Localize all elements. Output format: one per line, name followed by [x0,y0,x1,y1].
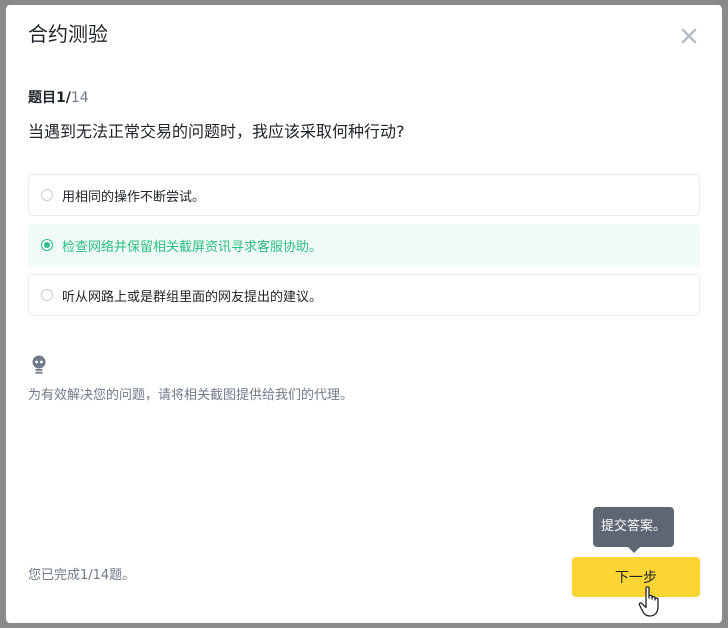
question-counter: 题目1/14 [28,88,89,108]
lightbulb-icon [32,355,46,374]
submit-tooltip: 提交答案。 [593,507,675,553]
radio-icon[interactable] [41,289,53,301]
answer-option-label: 用相同的操作不断尝试。 [62,189,206,205]
question-text: 当遇到无法正常交易的问题时，我应该采取何种行动? [28,122,405,141]
hand-cursor-icon [638,586,659,617]
radio-icon[interactable] [41,189,53,201]
answer-options: 用相同的操作不断尝试。 检查网络并保留相关截屏资讯寻求客服协助。 听从网路上或是… [28,174,700,324]
answer-option-label: 检查网络并保留相关截屏资讯寻求客服协助。 [62,239,323,255]
question-counter-current: 题目1/ [28,90,71,106]
next-button[interactable]: 下一步 [572,557,700,597]
answer-option-2[interactable]: 检查网络并保留相关截屏资讯寻求客服协助。 [28,224,700,266]
question-counter-total: 14 [70,90,89,106]
hint-text: 为有效解决您的问题，请将相关截图提供给我们的代理。 [28,388,354,403]
answer-option-1[interactable]: 用相同的操作不断尝试。 [28,174,700,216]
radio-selected-icon[interactable] [41,239,53,251]
quiz-modal: 合约测验 题目1/14 当遇到无法正常交易的问题时，我应该采取何种行动? 用相同… [6,5,722,623]
close-icon[interactable] [680,27,698,45]
answer-option-label: 听从网路上或是群组里面的网友提出的建议。 [62,289,323,305]
answer-option-3[interactable]: 听从网路上或是群组里面的网友提出的建议。 [28,274,700,316]
modal-title: 合约测验 [28,22,108,46]
progress-text: 您已完成1/14题。 [28,568,136,583]
